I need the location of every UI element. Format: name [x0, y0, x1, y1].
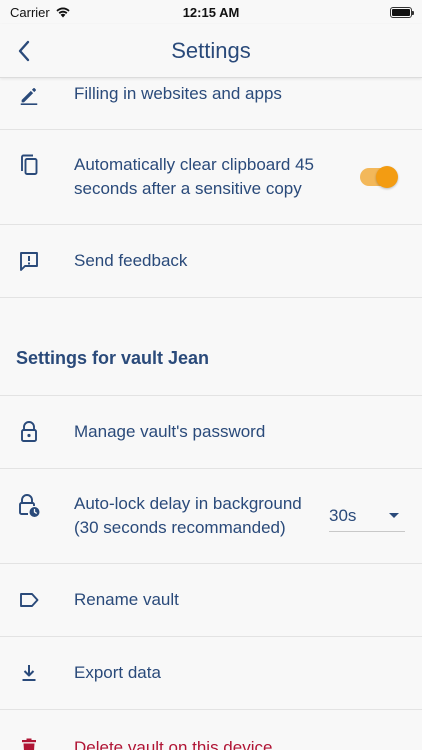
- settings-item-label: Automatically clear clipboard 45 seconds…: [74, 155, 315, 198]
- toggle-knob: [376, 166, 398, 188]
- navigation-bar: Settings: [0, 24, 422, 78]
- chevron-left-icon: [18, 40, 30, 62]
- settings-item-label: Send feedback: [74, 251, 188, 270]
- settings-item-label: Export data: [74, 663, 161, 682]
- select-value: 30s: [329, 505, 357, 525]
- section-header-vault: Settings for vault Jean: [0, 298, 422, 396]
- caret-down-icon: [389, 513, 399, 518]
- page-title: Settings: [171, 37, 251, 63]
- settings-item-manage-password[interactable]: Manage vault's password: [0, 396, 422, 469]
- clipboard-toggle[interactable]: [360, 166, 398, 188]
- settings-item-rename-vault[interactable]: Rename vault: [0, 564, 422, 637]
- settings-item-export-data[interactable]: Export data: [0, 637, 422, 710]
- settings-item-delete-vault[interactable]: Delete vault on this device: [0, 710, 422, 750]
- settings-item-clear-clipboard[interactable]: Automatically clear clipboard 45 seconds…: [0, 130, 422, 225]
- settings-list[interactable]: Filling in websites and apps Automatical…: [0, 78, 422, 750]
- settings-item-label: Manage vault's password: [74, 422, 266, 441]
- auto-lock-delay-select[interactable]: 30s: [329, 500, 405, 532]
- carrier-label: Carrier: [10, 4, 50, 20]
- pencil-icon: [16, 82, 42, 108]
- label-icon: [16, 587, 42, 613]
- settings-item-label: Filling in websites and apps: [74, 84, 282, 103]
- status-bar: Carrier 12:15 AM: [0, 0, 422, 24]
- settings-item-label: Delete vault on this device: [74, 738, 273, 750]
- wifi-icon: [56, 7, 70, 18]
- status-left: Carrier: [10, 5, 71, 20]
- lock-clock-icon: [16, 493, 42, 519]
- settings-item-autofill[interactable]: Filling in websites and apps: [0, 78, 422, 130]
- settings-item-label: Rename vault: [74, 590, 179, 609]
- settings-item-send-feedback[interactable]: Send feedback: [0, 225, 422, 298]
- copy-icon: [16, 152, 42, 178]
- settings-item-auto-lock[interactable]: Auto-lock delay in background (30 second…: [0, 469, 422, 564]
- download-icon: [16, 660, 42, 686]
- feedback-icon: [16, 248, 42, 274]
- back-button[interactable]: [12, 36, 36, 66]
- lock-icon: [16, 419, 42, 445]
- settings-item-label: Auto-lock delay in background (30 second…: [74, 494, 302, 537]
- battery-icon: [390, 6, 414, 18]
- trash-icon: [16, 736, 42, 750]
